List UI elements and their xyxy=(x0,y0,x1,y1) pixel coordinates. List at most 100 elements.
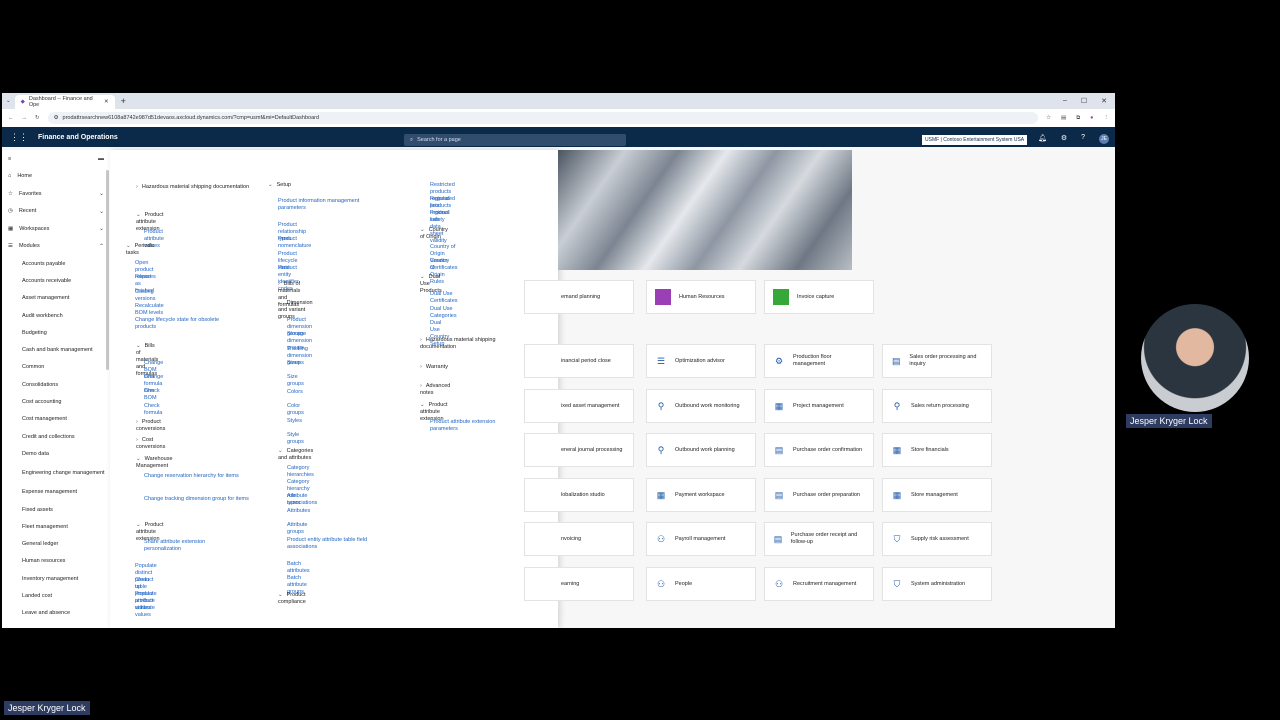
link-styles[interactable]: Styles xyxy=(287,418,302,425)
more-icon[interactable]: ⋮ xyxy=(1104,115,1110,122)
nav-favorites[interactable]: ☆ Favorites ⌄ xyxy=(2,185,110,203)
reader-icon[interactable]: ▤ xyxy=(1061,115,1066,122)
link-attributes[interactable]: Attributes xyxy=(287,508,310,515)
nav-home[interactable]: ⌂ Home xyxy=(2,168,110,186)
module-item[interactable]: Expense management xyxy=(2,484,110,501)
tile-learn[interactable]: earning xyxy=(524,567,634,601)
tile-pop[interactable]: ▤ Purchase order preparation xyxy=(764,478,874,512)
group-product-conversions[interactable]: › Product conversions xyxy=(136,419,165,433)
module-item[interactable]: Engineering change management xyxy=(2,463,110,484)
group-hazardous[interactable]: › Hazardous material shipping documentati… xyxy=(136,184,256,191)
module-item[interactable]: Demo data xyxy=(2,445,110,462)
reload-icon[interactable]: ↻ xyxy=(35,115,40,121)
link-share-attribute-extension[interactable]: Share attribute extension personalizatio… xyxy=(144,539,234,553)
tile-owm[interactable]: ⚲ Outbound work monitoring xyxy=(646,389,756,423)
profile-icon[interactable]: ● xyxy=(1090,115,1093,122)
url-field[interactable]: ⚙ prodattrsearchnew6108a8742e987d51devao… xyxy=(47,112,1039,124)
close-tab-icon[interactable]: ✕ xyxy=(104,99,109,105)
tile-payroll[interactable]: ⚇ Payroll management xyxy=(646,522,756,556)
minimize-icon[interactable]: – xyxy=(1063,97,1067,105)
tile-pm[interactable]: ▦ Project management xyxy=(764,389,874,423)
tile-sf[interactable]: ▦ Store financials xyxy=(882,433,992,467)
group-cost-conversions[interactable]: › Cost conversions xyxy=(136,437,165,451)
tab-list-chevron-icon[interactable]: ⌄ xyxy=(2,98,15,104)
tile-hr[interactable]: Human Resources xyxy=(646,280,756,314)
link-dual-use-certificates[interactable]: Dual Use Certificates xyxy=(430,291,458,305)
tile-people[interactable]: ⚇ People xyxy=(646,567,756,601)
module-item[interactable]: Audit workbench xyxy=(2,307,110,324)
group-country-of-origin[interactable]: ⌄ Country of Origin xyxy=(420,227,448,241)
gear-icon[interactable]: ⚙ xyxy=(1061,134,1067,144)
module-item[interactable]: Leave and absence xyxy=(2,605,110,622)
group-categories-attributes[interactable]: ⌄ Categories and attributes xyxy=(278,448,313,462)
tile-owp[interactable]: ⚲ Outbound work planning xyxy=(646,433,756,467)
module-item[interactable]: Inventory management xyxy=(2,570,110,587)
tile-gs[interactable]: lobalization studio xyxy=(524,478,634,512)
search-input[interactable]: ⌕ Search for a page xyxy=(404,134,626,146)
tile-sa[interactable]: ⛉ System administration xyxy=(882,567,992,601)
link-attribute-types[interactable]: Attribute types xyxy=(287,493,307,507)
tile-srp[interactable]: ⚲ Sales return processing xyxy=(882,389,992,423)
link-size-groups[interactable]: Size groups xyxy=(287,374,304,388)
nav-workspaces[interactable]: ▦ Workspaces ⌄ xyxy=(2,220,110,238)
tab-dashboard[interactable]: ◆ Dashboard -- Finance and Ope ✕ xyxy=(14,95,115,109)
link-recalculate-bom-levels[interactable]: Recalculate BOM levels xyxy=(135,303,164,317)
pin-icon[interactable]: ▬ xyxy=(98,156,104,162)
module-item[interactable]: Accounts receivable xyxy=(2,272,110,289)
hamburger-icon[interactable]: ≡ xyxy=(8,156,11,162)
link-change-lifecycle-state[interactable]: Change lifecycle state for obsolete prod… xyxy=(135,317,235,331)
module-item[interactable]: General ledger xyxy=(2,535,110,552)
tile-sop[interactable]: ▤ Sales order processing and inquiry xyxy=(882,344,992,378)
module-item[interactable]: Accounts payable xyxy=(2,255,110,272)
tile-sm[interactable]: ▦ Store management xyxy=(882,478,992,512)
module-item[interactable]: Consolidations xyxy=(2,376,110,393)
link-style-groups[interactable]: Style groups xyxy=(287,432,304,446)
link-check-bom[interactable]: Check BOM xyxy=(144,388,160,402)
link-pim-parameters[interactable]: Product information management parameter… xyxy=(278,198,378,212)
tile-gjp[interactable]: eneral journal processing xyxy=(524,433,634,467)
module-item[interactable]: Landed cost xyxy=(2,587,110,604)
module-item[interactable]: Cost management xyxy=(2,411,110,428)
group-hazardous-setup[interactable]: › Hazardous material shipping documentati… xyxy=(420,337,530,351)
link-product-attribute-extension-parameters[interactable]: Product attribute extension parameters xyxy=(430,419,520,433)
link-colors[interactable]: Colors xyxy=(287,389,303,396)
module-item[interactable]: Fleet management xyxy=(2,518,110,535)
tile-invoice[interactable]: Invoice capture xyxy=(764,280,874,314)
link-change-tracking-dimension[interactable]: Change tracking dimension group for item… xyxy=(144,496,252,503)
nav-collapse[interactable]: ≡ ▬ xyxy=(2,150,110,168)
link-change-reservation-hierarchy[interactable]: Change reservation hierarchy for items xyxy=(144,473,240,480)
tile-fam[interactable]: ixed asset management xyxy=(524,389,634,423)
new-tab-icon[interactable]: + xyxy=(121,96,126,106)
nav-modules[interactable]: ☰ Modules ⌃ xyxy=(2,238,110,256)
avatar[interactable]: JE xyxy=(1099,134,1110,144)
group-product-compliance[interactable]: ⌄ Product compliance xyxy=(278,592,306,606)
module-item[interactable]: Common xyxy=(2,359,110,376)
help-icon[interactable]: ? xyxy=(1081,134,1085,144)
tile-fpc[interactable]: inancial period close xyxy=(524,344,634,378)
link-populate-attribute-values[interactable]: Populate product attribute values xyxy=(135,591,157,619)
maximize-icon[interactable]: ☐ xyxy=(1081,97,1087,105)
link-product-entity-attribute-associations[interactable]: Product entity attribute table field ass… xyxy=(287,537,391,551)
tile-pw[interactable]: ▦ Payment workspace xyxy=(646,478,756,512)
group-setup[interactable]: ⌄ Setup xyxy=(268,182,291,189)
tile-por[interactable]: ▤ Purchase order receipt and follow-up xyxy=(764,522,874,556)
back-icon[interactable]: ← xyxy=(8,115,14,121)
module-item[interactable]: Asset management xyxy=(2,290,110,307)
nav-scrollbar[interactable] xyxy=(106,170,109,370)
link-category-hierarchies[interactable]: Category hierarchies xyxy=(287,465,314,479)
waffle-icon[interactable]: ⋮⋮ xyxy=(10,132,28,143)
module-item[interactable]: Fixed assets xyxy=(2,501,110,518)
link-color-groups[interactable]: Color groups xyxy=(287,403,304,417)
link-sizes[interactable]: Sizes xyxy=(287,360,300,367)
extensions-icon[interactable]: ⧉ xyxy=(1076,115,1080,122)
tile-demand[interactable]: emand planning xyxy=(524,280,634,314)
bell-icon[interactable]: 🔔︎ xyxy=(1038,134,1047,144)
module-item[interactable]: Credit and collections xyxy=(2,428,110,445)
window-close-icon[interactable]: ✕ xyxy=(1101,97,1107,105)
module-item[interactable]: Cash and bank management xyxy=(2,341,110,358)
tile-rm[interactable]: ⚇ Recruitment management xyxy=(764,567,874,601)
forward-icon[interactable]: → xyxy=(22,115,28,121)
module-item[interactable]: Budgeting xyxy=(2,324,110,341)
site-info-icon[interactable]: ⚙ xyxy=(54,115,59,121)
tile-opt[interactable]: ☰ Optimization advisor xyxy=(646,344,756,378)
